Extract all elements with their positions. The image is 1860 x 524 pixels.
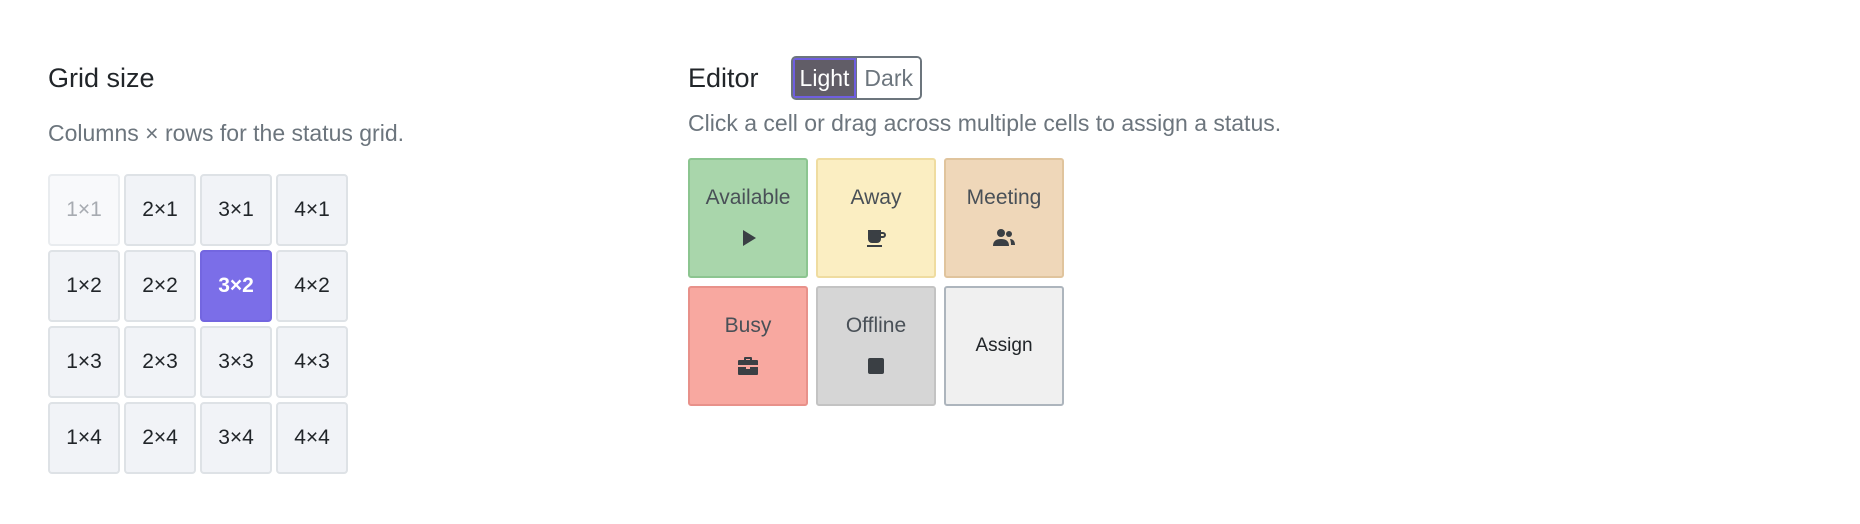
grid-size-subtitle: Columns × rows for the status grid. xyxy=(48,120,405,146)
grid-size-option[interactable]: 1×2 xyxy=(48,250,120,322)
editor-panel: Editor Light Dark Click a cell or drag a… xyxy=(688,54,1808,406)
status-cell-offline[interactable]: Offline xyxy=(816,286,936,406)
status-cell-busy[interactable]: Busy xyxy=(688,286,808,406)
grid-size-option[interactable]: 3×4 xyxy=(200,402,272,474)
stop-icon xyxy=(868,358,884,374)
grid-size-option[interactable]: 4×3 xyxy=(276,326,348,398)
grid-size-option[interactable]: 3×3 xyxy=(200,326,272,398)
assign-label: Assign xyxy=(975,335,1033,356)
grid-size-picker: 1×1 2×1 3×1 4×1 1×2 2×2 3×2 4×2 1×3 2×3 3×3 4×3 1×4 2… xyxy=(48,174,348,474)
grid-size-option[interactable]: 2×4 xyxy=(124,402,196,474)
status-label: Meeting xyxy=(966,186,1042,209)
play-icon xyxy=(743,230,756,246)
grid-size-option: 1×1 xyxy=(48,174,120,246)
grid-size-panel: Grid size Columns × rows for the status … xyxy=(48,58,608,474)
editor-title: Editor xyxy=(688,63,759,93)
grid-size-option[interactable]: 4×1 xyxy=(276,174,348,246)
grid-size-option[interactable]: 2×2 xyxy=(124,250,196,322)
grid-size-option[interactable]: 3×1 xyxy=(200,174,272,246)
theme-option-dark[interactable]: Dark xyxy=(856,58,920,98)
status-label: Busy xyxy=(724,314,772,337)
grid-size-option[interactable]: 1×4 xyxy=(48,402,120,474)
status-cell-meeting[interactable]: Meeting xyxy=(944,158,1064,278)
status-label: Away xyxy=(850,186,902,209)
grid-size-option[interactable]: 1×3 xyxy=(48,326,120,398)
grid-size-title: Grid size xyxy=(48,63,155,93)
status-cell-available[interactable]: Available xyxy=(688,158,808,278)
status-label: Available xyxy=(705,186,791,209)
grid-size-option[interactable]: 4×4 xyxy=(276,402,348,474)
users-icon xyxy=(993,229,1015,246)
theme-option-light[interactable]: Light xyxy=(792,58,857,98)
grid-size-option[interactable]: 2×1 xyxy=(124,174,196,246)
status-cell-away[interactable]: Away xyxy=(816,158,936,278)
coffee-icon xyxy=(867,230,886,247)
editor-header: Editor Light Dark xyxy=(688,54,1808,102)
status-grid: Available Away Meeting Busy Offline Assi… xyxy=(688,158,1064,406)
editor-hint: Click a cell or drag across multiple cel… xyxy=(688,110,1282,136)
grid-size-option[interactable]: 2×3 xyxy=(124,326,196,398)
grid-size-option[interactable]: 3×2 xyxy=(200,250,272,322)
briefcase-icon xyxy=(738,357,758,375)
theme-toggle: Light Dark xyxy=(790,56,922,100)
status-label: Offline xyxy=(845,314,907,337)
assign-button[interactable]: Assign xyxy=(944,286,1064,406)
grid-size-option[interactable]: 4×2 xyxy=(276,250,348,322)
